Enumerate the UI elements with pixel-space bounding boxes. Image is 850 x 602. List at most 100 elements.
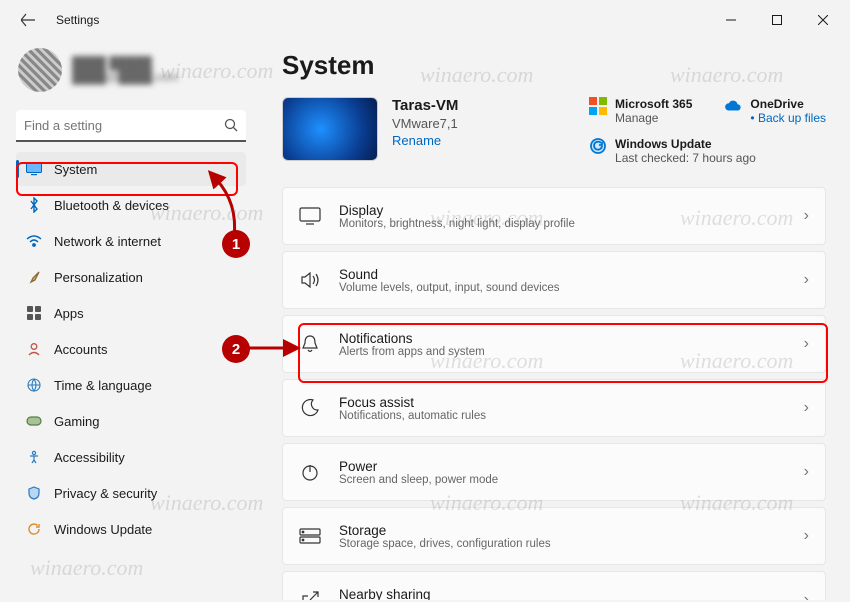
row-sub: Volume levels, output, input, sound devi… [339,282,786,294]
system-icon [26,161,42,177]
back-button[interactable] [16,8,40,32]
row-sub: Monitors, brightness, night light, displ… [339,218,786,230]
sidebar-item-label: Gaming [54,414,100,429]
close-button[interactable] [800,4,846,36]
m365-title: Microsoft 365 [615,97,692,111]
chevron-right-icon: › [804,207,809,225]
microsoft-icon [589,97,607,115]
row-notifications[interactable]: NotificationsAlerts from apps and system… [282,315,826,373]
row-display[interactable]: DisplayMonitors, brightness, night light… [282,187,826,245]
row-power[interactable]: PowerScreen and sleep, power mode › [282,443,826,501]
nav-list: System Bluetooth & devices Network & int… [16,152,246,546]
sidebar-item-time[interactable]: Time & language [16,368,246,402]
settings-list: DisplayMonitors, brightness, night light… [282,187,826,600]
minimize-button[interactable] [708,4,754,36]
avatar [18,48,62,92]
chevron-right-icon: › [804,527,809,545]
sidebar-item-label: Personalization [54,270,143,285]
gaming-icon [26,413,42,429]
cloud-icon [724,97,742,115]
rename-link[interactable]: Rename [392,133,458,148]
page-title: System [282,50,826,81]
onedrive-card[interactable]: OneDriveBack up files [724,97,826,125]
maximize-button[interactable] [754,4,800,36]
onedrive-sub[interactable]: Back up files [750,111,826,125]
wifi-icon [26,233,42,249]
moon-icon [299,397,321,419]
apps-icon [26,305,42,321]
bell-icon [299,333,321,355]
power-icon [299,461,321,483]
search-input[interactable] [16,110,246,142]
account-text: ████ █████████@████.com [72,56,178,84]
bluetooth-icon [26,197,42,213]
row-sub: Notifications, automatic rules [339,410,786,422]
display-icon [299,205,321,227]
sidebar-item-label: Apps [54,306,84,321]
refresh-icon [589,137,607,155]
titlebar: Settings [0,0,850,40]
row-title: Storage [339,523,786,538]
search-icon [224,118,238,132]
chevron-right-icon: › [804,399,809,417]
share-icon [299,589,321,600]
sound-icon [299,269,321,291]
sidebar: ████ █████████@████.com System Bluetooth… [0,40,254,600]
row-focus-assist[interactable]: Focus assistNotifications, automatic rul… [282,379,826,437]
update-title: Windows Update [615,137,756,151]
row-sub: Alerts from apps and system [339,346,786,358]
row-title: Power [339,459,786,474]
storage-icon [299,525,321,547]
account-header[interactable]: ████ █████████@████.com [16,44,246,96]
m365-sub: Manage [615,111,692,125]
accessibility-icon [26,449,42,465]
sidebar-item-gaming[interactable]: Gaming [16,404,246,438]
row-title: Sound [339,267,786,282]
update-sub: Last checked: 7 hours ago [615,151,756,165]
device-card: Taras-VM VMware7,1 Rename [282,97,458,165]
sidebar-item-network[interactable]: Network & internet [16,224,246,258]
window-controls [708,4,846,36]
row-title: Nearby sharing [339,587,786,601]
sidebar-item-label: Privacy & security [54,486,157,501]
sidebar-item-label: Bluetooth & devices [54,198,169,213]
device-name: Taras-VM [392,97,458,114]
row-nearby-sharing[interactable]: Nearby sharingDiscoverability, received … [282,571,826,600]
sidebar-item-accessibility[interactable]: Accessibility [16,440,246,474]
sidebar-item-system[interactable]: System [16,152,246,186]
sidebar-item-personalization[interactable]: Personalization [16,260,246,294]
sidebar-item-apps[interactable]: Apps [16,296,246,330]
m365-card[interactable]: Microsoft 365Manage [589,97,692,125]
sidebar-item-label: Time & language [54,378,152,393]
row-title: Notifications [339,331,786,346]
update-icon [26,521,42,537]
sidebar-item-privacy[interactable]: Privacy & security [16,476,246,510]
sidebar-item-accounts[interactable]: Accounts [16,332,246,366]
row-sub: Storage space, drives, configuration rul… [339,538,786,550]
row-sub: Screen and sleep, power mode [339,474,786,486]
device-model: VMware7,1 [392,116,458,131]
chevron-right-icon: › [804,335,809,353]
sidebar-item-bluetooth[interactable]: Bluetooth & devices [16,188,246,222]
sidebar-item-label: Windows Update [54,522,152,537]
sidebar-item-label: Network & internet [54,234,161,249]
window-title: Settings [56,13,99,27]
row-title: Focus assist [339,395,786,410]
onedrive-title: OneDrive [750,97,826,111]
device-thumbnail[interactable] [282,97,378,161]
chevron-right-icon: › [804,591,809,600]
globe-icon [26,377,42,393]
update-card[interactable]: Windows UpdateLast checked: 7 hours ago [589,137,826,165]
sidebar-item-update[interactable]: Windows Update [16,512,246,546]
main-content: System Taras-VM VMware7,1 Rename Microso… [254,40,850,600]
row-title: Display [339,203,786,218]
sidebar-item-label: System [54,162,97,177]
sidebar-item-label: Accessibility [54,450,125,465]
person-icon [26,341,42,357]
shield-icon [26,485,42,501]
row-storage[interactable]: StorageStorage space, drives, configurat… [282,507,826,565]
chevron-right-icon: › [804,271,809,289]
chevron-right-icon: › [804,463,809,481]
search-field[interactable] [24,118,224,133]
row-sound[interactable]: SoundVolume levels, output, input, sound… [282,251,826,309]
